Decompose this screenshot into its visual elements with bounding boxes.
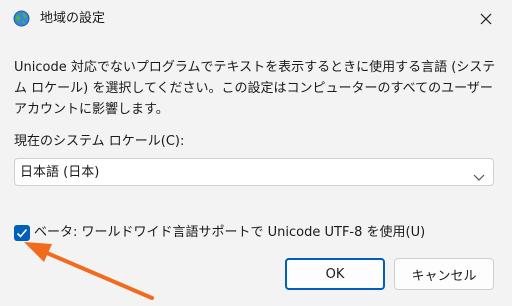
system-locale-value: 日本語 (日本) — [20, 165, 100, 180]
description-text: Unicode 対応でないプログラムでテキストを表示するときに使用する言語 (シ… — [14, 60, 496, 117]
system-locale-label: 現在のシステム ロケール(C): — [14, 134, 185, 149]
region-settings-dialog: 地域の設定 Unicode 対応でないプログラムでテキストを表示するときに使用す… — [0, 0, 512, 306]
close-button[interactable] — [468, 4, 504, 34]
chevron-down-icon — [473, 167, 485, 181]
system-locale-dropdown[interactable]: 日本語 (日本) — [14, 158, 494, 186]
window-title: 地域の設定 — [40, 11, 106, 26]
beta-utf8-checkbox[interactable] — [14, 225, 30, 241]
cancel-button[interactable]: キャンセル — [394, 258, 494, 290]
dialog-body: Unicode 対応でないプログラムでテキストを表示するときに使用する言語 (シ… — [0, 38, 512, 306]
ok-button[interactable]: OK — [285, 258, 385, 290]
title-bar: 地域の設定 — [0, 0, 512, 38]
checkmark-icon — [16, 228, 28, 238]
globe-icon — [13, 10, 30, 27]
beta-utf8-label[interactable]: ベータ: ワールドワイド言語サポートで Unicode UTF-8 を使用(U) — [34, 224, 425, 242]
close-icon — [480, 10, 492, 29]
